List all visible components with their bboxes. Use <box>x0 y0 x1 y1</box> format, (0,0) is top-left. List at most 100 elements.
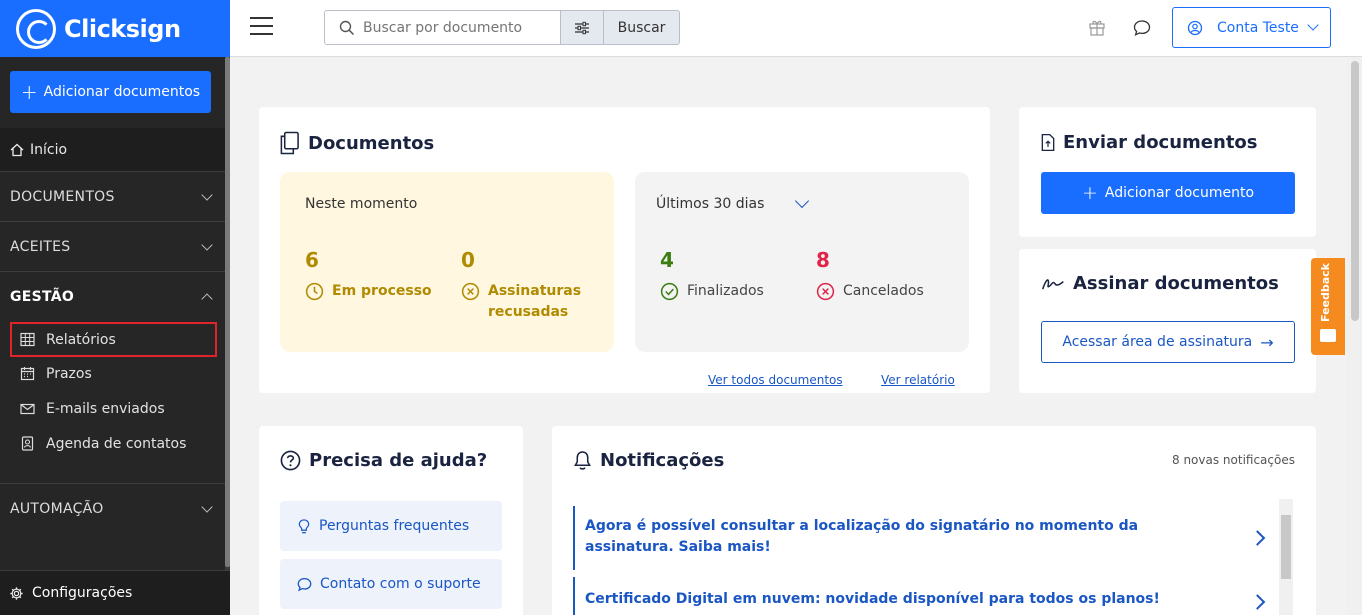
now-summary-box: Neste momento 6 Em processo 0 Assinatura… <box>280 172 614 352</box>
in-process-stat[interactable]: Em processo <box>305 281 432 302</box>
chevron-right-icon <box>1249 530 1266 546</box>
refused-count[interactable]: 0 <box>461 248 475 272</box>
smile-icon <box>1320 329 1336 342</box>
feedback-tab[interactable]: Feedback <box>1311 258 1345 355</box>
notifications-card: Notificações 8 novas notificações Agora … <box>552 426 1316 615</box>
faq-link[interactable]: Perguntas frequentes <box>280 501 502 551</box>
sign-documents-card: Assinar documentos Acessar área de assin… <box>1019 249 1316 393</box>
account-name: Conta Teste <box>1217 19 1299 36</box>
access-signing-area-button[interactable]: Acessar área de assinatura → <box>1041 321 1295 363</box>
user-circle-icon <box>1187 20 1203 35</box>
search-input[interactable] <box>363 19 553 36</box>
cancelled-stat[interactable]: Cancelados <box>816 281 924 302</box>
now-label: Neste momento <box>305 196 418 212</box>
finished-count[interactable]: 4 <box>660 248 674 272</box>
documents-card: Documentos Neste momento 6 Em processo 0… <box>259 107 990 393</box>
lightbulb-icon <box>298 518 310 533</box>
add-document-button[interactable]: + Adicionar documento <box>1041 172 1295 214</box>
sidebar-item-label: Agenda de contatos <box>46 435 187 452</box>
in-process-count[interactable]: 6 <box>305 248 319 272</box>
notification-item[interactable]: Agora é possível consultar a localização… <box>573 506 1273 570</box>
table-grid-icon <box>20 332 35 347</box>
chat-bubble-icon <box>297 577 312 591</box>
arrow-right-icon: → <box>1260 332 1274 352</box>
calendar-icon <box>20 367 35 381</box>
hamburger-menu-icon[interactable] <box>250 17 273 35</box>
signature-icon <box>1041 279 1064 290</box>
home-icon <box>10 143 24 156</box>
question-circle-icon <box>280 450 301 471</box>
notifications-title: Notificações <box>573 450 724 471</box>
email-icon <box>20 403 35 415</box>
sign-documents-title: Assinar documentos <box>1041 273 1279 294</box>
sidebar-item-label: Configurações <box>32 585 133 601</box>
chevron-right-icon <box>1249 593 1266 610</box>
notifications-scrollbar[interactable] <box>1279 499 1293 615</box>
sidebar-section-gestao[interactable]: GESTÃO <box>0 271 225 321</box>
sidebar-section-label: GESTÃO <box>10 288 75 305</box>
search-bar: Buscar <box>324 10 680 45</box>
notifications-count: 8 novas notificações <box>1172 453 1295 467</box>
notification-item[interactable]: Certificado Digital em nuvem: novidade d… <box>573 577 1273 615</box>
support-contact-link[interactable]: Contato com o suporte <box>280 559 502 609</box>
documents-title: Documentos <box>279 131 434 155</box>
sidebar-item-relatorios[interactable]: Relatórios <box>10 322 217 357</box>
x-circle-icon <box>816 282 835 301</box>
sidebar-item-config[interactable]: Configurações <box>0 570 230 615</box>
see-report-link[interactable]: Ver relatório <box>881 373 955 387</box>
chevron-down-icon <box>1307 19 1319 31</box>
cancelled-count[interactable]: 8 <box>816 248 830 272</box>
sidebar-item-label: Prazos <box>46 365 92 382</box>
search-field[interactable] <box>324 10 561 45</box>
sidebar-section-automacao[interactable]: AUTOMAÇÃO <box>0 483 225 533</box>
clicksign-logo-icon <box>16 8 56 49</box>
clock-icon <box>305 282 324 301</box>
brand-logo[interactable]: Clicksign <box>0 0 230 57</box>
plus-icon: + <box>1081 182 1098 204</box>
help-card: Precisa de ajuda? Perguntas frequentes C… <box>259 426 523 615</box>
feedback-label: Feedback <box>1319 263 1332 322</box>
refused-stat[interactable]: Assinaturas recusadas <box>461 281 591 323</box>
sidebar-section-label: AUTOMAÇÃO <box>10 500 104 517</box>
page-scrollbar[interactable] <box>1347 57 1362 615</box>
brand-name: Clicksign <box>64 14 181 43</box>
account-menu-button[interactable]: Conta Teste <box>1172 7 1331 48</box>
sidebar-scrollbar[interactable] <box>225 57 230 570</box>
gift-icon[interactable] <box>1088 18 1106 36</box>
sidebar-item-label: E-mails enviados <box>46 400 165 417</box>
see-all-documents-link[interactable]: Ver todos documentos <box>708 373 843 387</box>
gear-icon <box>10 586 23 600</box>
sidebar-item-agenda[interactable]: Agenda de contatos <box>10 426 217 461</box>
sidebar-section-aceites[interactable]: ACEITES <box>0 221 225 271</box>
filter-button[interactable] <box>561 10 604 45</box>
help-title: Precisa de ajuda? <box>280 450 487 471</box>
sidebar-item-emails[interactable]: E-mails enviados <box>10 391 217 426</box>
sidebar-section-label: DOCUMENTOS <box>10 188 115 205</box>
top-bar: Buscar Conta Teste <box>230 0 1362 57</box>
bell-icon <box>574 451 591 470</box>
sidebar-item-home[interactable]: Início <box>0 128 225 171</box>
x-circle-icon <box>461 282 480 301</box>
sidebar-item-label: Início <box>30 141 68 158</box>
period-select[interactable]: Últimos 30 dias <box>656 196 764 212</box>
search-button[interactable]: Buscar <box>604 10 680 45</box>
last-30-days-box: Últimos 30 dias 4 Finalizados 8 Cancelad… <box>635 172 969 352</box>
contacts-book-icon <box>21 436 34 451</box>
send-documents-title: Enviar documentos <box>1041 132 1258 153</box>
chevron-down-icon[interactable] <box>794 193 810 209</box>
sidebar: Clicksign + Adicionar documentos Início … <box>0 0 230 615</box>
chevron-up-icon <box>201 293 213 305</box>
add-documents-button[interactable]: + Adicionar documentos <box>10 71 211 113</box>
sidebar-item-label: Relatórios <box>46 331 116 348</box>
sidebar-item-prazos[interactable]: Prazos <box>10 356 217 391</box>
finished-stat[interactable]: Finalizados <box>660 281 764 302</box>
add-documents-label: Adicionar documentos <box>43 84 201 100</box>
send-documents-card: Enviar documentos + Adicionar documento <box>1019 107 1316 237</box>
chat-bubble-icon[interactable] <box>1133 19 1151 37</box>
chevron-down-icon <box>201 501 213 513</box>
document-upload-icon <box>1041 133 1055 152</box>
chevron-down-icon <box>201 189 213 201</box>
check-circle-icon <box>660 282 679 301</box>
sidebar-section-documentos[interactable]: DOCUMENTOS <box>0 171 225 221</box>
chevron-down-icon <box>201 239 213 251</box>
